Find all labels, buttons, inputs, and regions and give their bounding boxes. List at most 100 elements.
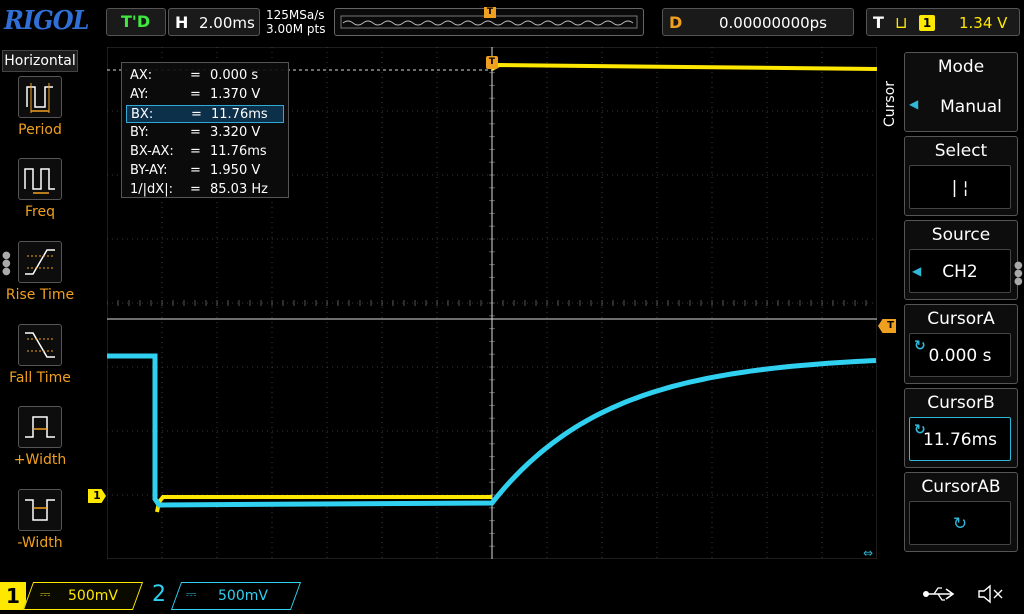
cursor-b-inner-box: ↻ 11.76ms — [909, 417, 1011, 461]
readout-equals: = — [190, 163, 201, 178]
readout-row: BY: = 3.320 V — [126, 124, 284, 142]
run-state-text: T'D — [121, 12, 151, 31]
ch1-coupling-icon: ⎓ — [40, 587, 51, 602]
timebase-box[interactable]: H 2.00ms — [168, 8, 260, 36]
readout-equals: = — [190, 144, 201, 159]
readout-equals: = — [190, 182, 201, 197]
ch1-offset-marker[interactable]: 1 — [88, 489, 106, 503]
speaker-muted-icon[interactable] — [976, 584, 1006, 609]
cursor-menu-panel: Cursor Mode ◀ Manual Select | ¦ Source ◀… — [880, 48, 1024, 568]
delay-box[interactable]: D 0.00000000ps — [662, 8, 854, 36]
cursor-menu-title: Cursor — [882, 80, 898, 128]
channel-status-bar: 1 ⎓ 500mV 2 ⎓ 500mV — [0, 578, 1024, 614]
measure-rise-time-button[interactable]: Rise Time — [2, 241, 78, 303]
readout-value: 1.370 V — [210, 87, 261, 102]
select-title: Select — [934, 141, 988, 161]
freq-icon — [18, 158, 62, 200]
system-status-icons — [920, 584, 1020, 608]
select-inner-box: | ¦ — [909, 165, 1011, 209]
cursor-ab-softkey[interactable]: CursorAB ↻ — [904, 472, 1018, 552]
cursor-mode-softkey[interactable]: Mode ◀ Manual — [904, 52, 1018, 132]
readout-key: AY: — [130, 87, 149, 102]
freq-label: Freq — [25, 204, 55, 220]
pos-width-label: +Width — [13, 452, 67, 468]
readout-key: BX-AX: — [130, 144, 174, 159]
cursor-select-softkey[interactable]: Select | ¦ — [904, 136, 1018, 216]
ch1-number: 1 — [0, 582, 26, 610]
cursor-a-inner-box: ↻ 0.000 s — [909, 333, 1011, 377]
readout-value: 11.76ms — [211, 107, 268, 122]
ch2-status[interactable]: 2 ⎓ 500mV — [148, 582, 302, 610]
top-status-bar: RIGOL T'D H 2.00ms 125MSa/s 3.00M pts T … — [0, 0, 1024, 44]
run-state-indicator[interactable]: T'D — [106, 8, 166, 36]
readout-value: 85.03 Hz — [210, 182, 268, 197]
measure-pos-width-button[interactable]: +Width — [2, 406, 78, 468]
select-value: | ¦ — [951, 178, 969, 198]
measure-period-button[interactable]: Period — [2, 76, 78, 138]
measure-fall-time-button[interactable]: Fall Time — [2, 324, 78, 386]
cursor-a-softkey[interactable]: CursorA ↻ 0.000 s — [904, 304, 1018, 384]
trigger-edge-icon: ⊔ — [895, 13, 908, 32]
rise-time-label: Rise Time — [5, 287, 75, 303]
readout-key: BX: — [131, 107, 154, 122]
readout-value: 0.000 s — [210, 68, 259, 83]
readout-key: BY-AY: — [130, 163, 168, 178]
cursor-b-title: CursorB — [927, 393, 995, 413]
trigger-position-marker[interactable]: T — [486, 56, 498, 69]
neg-width-icon — [18, 489, 62, 531]
horizontal-extent-arrow-icon: ⇔ — [863, 546, 873, 559]
source-inner-box: ◀ CH2 — [909, 249, 1011, 293]
neg-width-label: -Width — [17, 535, 63, 551]
ch2-scale: 500mV — [218, 588, 268, 604]
readout-value: 3.320 V — [210, 125, 261, 140]
readout-equals: = — [190, 125, 201, 140]
waveform-overview-bar[interactable]: T — [334, 7, 644, 36]
cursor-source-softkey[interactable]: Source ◀ CH2 — [904, 220, 1018, 300]
readout-row: BX-AX: = 11.76ms — [126, 143, 284, 161]
pos-width-icon — [18, 406, 62, 448]
readout-key: AX: — [130, 68, 153, 83]
readout-value: 11.76ms — [210, 144, 267, 159]
measure-neg-width-button[interactable]: -Width — [2, 489, 78, 551]
rise-time-icon — [18, 241, 62, 283]
timebase-label: H — [175, 13, 189, 32]
delay-value: 0.00000000ps — [719, 14, 827, 32]
horizontal-panel-title: Horizontal — [2, 50, 78, 72]
measure-freq-button[interactable]: Freq — [2, 158, 78, 220]
cursor-b-softkey[interactable]: CursorB ↻ 11.76ms — [904, 388, 1018, 468]
readout-equals: = — [190, 87, 201, 102]
readout-equals: = — [191, 107, 202, 122]
cursor-b-value: 11.76ms — [922, 430, 998, 450]
cursor-a-value: 0.000 s — [928, 346, 992, 366]
ch1-status[interactable]: 1 ⎓ 500mV — [0, 582, 144, 610]
sample-rate: 125MSa/s — [266, 8, 325, 22]
readout-row: BX: = 11.76ms — [126, 105, 284, 123]
period-icon — [18, 76, 62, 118]
trigger-box[interactable]: T ⊔ 1 1.34 V — [866, 8, 1020, 36]
usb-icon — [920, 584, 960, 609]
trigger-label: T — [873, 13, 884, 32]
fall-time-label: Fall Time — [9, 370, 71, 386]
readout-row: AX: = 0.000 s — [126, 67, 284, 85]
cursor-ab-title: CursorAB — [921, 477, 1001, 497]
right-page-dots-icon: ● ● ● — [1014, 260, 1023, 287]
cursor-readout-panel: AX: = 0.000 s AY: = 1.370 V BX: = 11.76ms BY: = 3.3… — [121, 62, 289, 198]
readout-equals: = — [190, 68, 201, 83]
readout-row: AY: = 1.370 V — [126, 86, 284, 104]
timebase-value: 2.00ms — [199, 14, 255, 32]
readout-row: 1/|dX|: = 85.03 Hz — [126, 181, 284, 199]
ch1-scale: 500mV — [68, 588, 118, 604]
rigol-logo: RIGOL — [4, 6, 89, 36]
cursor-ab-knob-icon: ↻ — [952, 514, 968, 534]
cursor-ab-inner-box: ↻ — [909, 501, 1011, 545]
overview-trigger-marker: T — [484, 7, 496, 18]
source-title: Source — [931, 225, 991, 245]
mode-value: Manual — [940, 97, 1002, 117]
ch2-coupling-icon: ⎓ — [186, 587, 197, 602]
period-label: Period — [18, 122, 62, 138]
readout-key: BY: — [130, 125, 149, 140]
ch2-number: 2 — [152, 582, 166, 607]
readout-row: BY-AY: = 1.950 V — [126, 162, 284, 180]
readout-key: 1/|dX|: — [130, 182, 173, 197]
acquisition-info: 125MSa/s 3.00M pts — [266, 8, 325, 36]
